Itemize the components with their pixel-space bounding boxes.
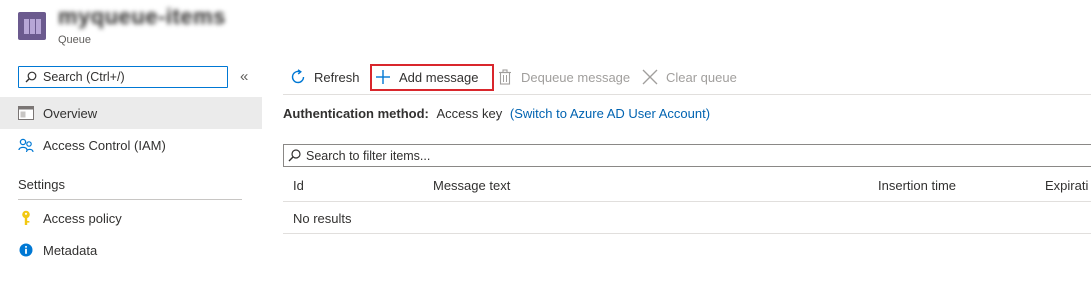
info-icon	[18, 242, 34, 258]
collapse-sidebar-button[interactable]: «	[240, 67, 248, 87]
column-header-expiration[interactable]: Expirati	[1045, 178, 1088, 193]
table-header: Id Message text Insertion time Expirati	[283, 170, 1091, 202]
sidebar-search-label: Search (Ctrl+/)	[43, 70, 125, 84]
switch-auth-link[interactable]: (Switch to Azure AD User Account)	[510, 106, 710, 121]
sidebar-item-access-control[interactable]: Access Control (IAM)	[0, 129, 262, 161]
toolbar-divider	[283, 94, 1091, 95]
refresh-label: Refresh	[314, 69, 360, 85]
sidebar-item-overview[interactable]: Overview	[0, 97, 262, 129]
empty-results-text: No results	[293, 211, 352, 226]
filter-input[interactable]: Search to filter items...	[283, 144, 1091, 167]
dequeue-message-label: Dequeue message	[521, 69, 631, 85]
page-title: myqueue-items	[58, 4, 226, 29]
sidebar-item-label: Access Control (IAM)	[43, 137, 166, 153]
filter-placeholder: Search to filter items...	[306, 148, 431, 163]
auth-label: Authentication method:	[283, 106, 429, 121]
people-icon	[18, 137, 34, 153]
page-subtitle: Queue	[58, 34, 92, 46]
clear-queue-button[interactable]: Clear queue	[642, 64, 737, 90]
sidebar-item-label: Overview	[43, 105, 98, 121]
sidebar-search-input[interactable]: Search (Ctrl+/)	[18, 66, 228, 88]
sidebar-item-metadata[interactable]: Metadata	[0, 234, 262, 266]
command-bar: Refresh Add message Dequeue message Clea…	[283, 62, 1091, 94]
sidebar-item-access-policy[interactable]: Access policy	[0, 202, 262, 234]
refresh-icon	[290, 69, 306, 85]
sidebar-item-label: Access policy	[43, 210, 122, 226]
close-icon	[642, 69, 658, 85]
key-icon	[18, 210, 34, 226]
settings-section-label: Settings	[18, 177, 65, 192]
sidebar-divider	[18, 199, 242, 200]
queue-icon	[18, 12, 46, 40]
table-row: No results	[283, 202, 1091, 234]
auth-value: Access key	[436, 106, 503, 121]
trash-icon	[497, 69, 513, 85]
sidebar: Search (Ctrl+/) « Overview Access Contro…	[0, 56, 262, 284]
column-header-message-text[interactable]: Message text	[433, 178, 510, 193]
add-message-label: Add message	[399, 69, 479, 85]
column-header-id[interactable]: Id	[293, 178, 304, 193]
overview-icon	[18, 105, 34, 121]
sidebar-item-label: Metadata	[43, 242, 98, 258]
clear-queue-label: Clear queue	[666, 69, 737, 85]
page-header: myqueue-items Queue	[0, 0, 1091, 56]
column-header-insertion-time[interactable]: Insertion time	[878, 178, 956, 193]
search-icon	[288, 149, 301, 162]
dequeue-message-button[interactable]: Dequeue message	[497, 64, 630, 90]
refresh-button[interactable]: Refresh	[290, 64, 360, 90]
authentication-method: Authentication method: Access key (Switc…	[283, 106, 710, 121]
add-message-button[interactable]: Add message	[375, 64, 479, 90]
plus-icon	[375, 69, 391, 85]
search-icon	[25, 71, 37, 83]
